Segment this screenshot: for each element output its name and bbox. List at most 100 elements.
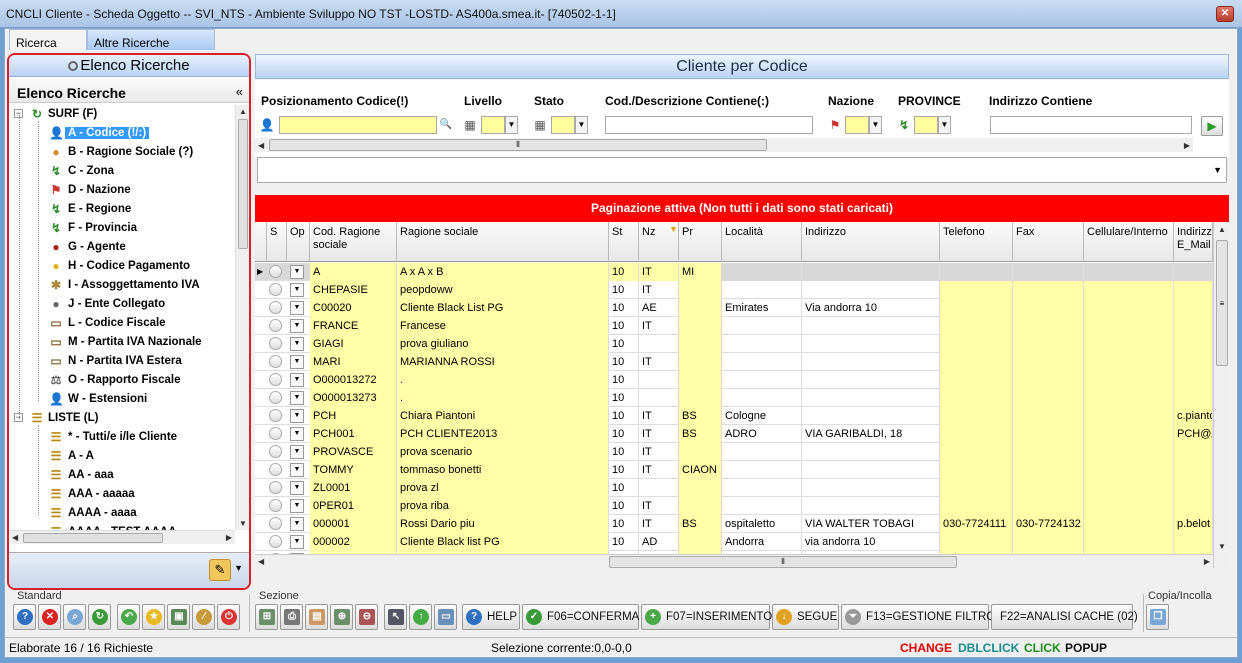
row-select-radio[interactable] xyxy=(269,319,282,332)
column-header[interactable]: S xyxy=(267,222,287,262)
filter-combo[interactable]: ▼ xyxy=(257,157,1227,183)
tree-item[interactable]: ▭ N - Partita IVA Estera xyxy=(9,352,235,371)
scroll-right-icon[interactable]: ▶ xyxy=(1184,141,1190,150)
scroll-thumb[interactable]: ⦀ xyxy=(609,556,957,568)
sezione-button-6[interactable]: ↖ xyxy=(384,604,407,630)
row-select-radio[interactable] xyxy=(269,499,282,512)
cancel-button[interactable]: ✕ xyxy=(38,604,61,630)
row-op-dropdown[interactable]: ▼ xyxy=(290,445,304,459)
tab-ricerca[interactable]: Ricerca xyxy=(9,29,87,50)
tree-item[interactable]: ● G - Agente xyxy=(9,238,235,257)
tree-item[interactable]: ↯ F - Provincia xyxy=(9,219,235,238)
tree-item[interactable]: ☰ AAA - aaaaa xyxy=(9,485,235,504)
collapse-chevron-icon[interactable]: « xyxy=(236,84,243,99)
row-op-dropdown[interactable]: ▼ xyxy=(290,337,304,351)
row-op-dropdown[interactable]: ▼ xyxy=(290,517,304,531)
sezione-button-8[interactable]: ▭ xyxy=(434,604,457,630)
stato-input[interactable] xyxy=(551,116,575,134)
table-row[interactable]: ▼ 000001 Rossi Dario piu 10 IT BS ospitaletto V… xyxy=(255,515,1213,533)
scroll-up-icon[interactable]: ▲ xyxy=(1218,225,1226,234)
column-header[interactable]: Op xyxy=(287,222,310,262)
tree-item[interactable]: ● B - Ragione Sociale (?) xyxy=(9,143,235,162)
row-select-radio[interactable] xyxy=(269,283,282,296)
table-row[interactable]: ▼ O000013272. 10 xyxy=(255,371,1213,389)
row-op-dropdown[interactable]: ▼ xyxy=(290,265,304,279)
find-button[interactable]: ⌕ xyxy=(63,604,86,630)
column-header[interactable]: Località xyxy=(722,222,802,262)
table-row[interactable]: ▶ ▼ A A x A x B 10 IT MI xyxy=(255,263,1213,281)
indirizzo-input[interactable] xyxy=(990,116,1192,134)
tree-group-0[interactable]: − ↻ SURF (F) xyxy=(9,105,235,124)
tree-item[interactable]: ⚑ D - Nazione xyxy=(9,181,235,200)
f13-filter-button[interactable]: ⏷ F13=GESTIONE FILTRO xyxy=(841,604,995,630)
favorite-button[interactable]: ★ xyxy=(142,604,165,630)
scroll-right-icon[interactable]: ▶ xyxy=(226,533,232,542)
table-row[interactable]: ▼ 000002 Cliente Black list PG 10 AD Andorra v… xyxy=(255,533,1213,551)
f22-cache-button[interactable]: F22=ANALISI CACHE (02) xyxy=(991,604,1138,630)
row-select-radio[interactable] xyxy=(269,355,282,368)
nazione-dropdown[interactable]: ▼ xyxy=(869,116,882,134)
stato-dropdown[interactable]: ▼ xyxy=(575,116,588,134)
table-row[interactable]: ▼ 0PER01 prova riba 10 IT xyxy=(255,497,1213,515)
tree-horizontal-scrollbar[interactable]: ◀ ▶ xyxy=(9,530,235,544)
tree-item[interactable]: ☰ AAAA - TEST AAAA xyxy=(9,523,235,530)
livello-input[interactable] xyxy=(481,116,505,134)
tree-item[interactable]: ↯ E - Regione xyxy=(9,200,235,219)
tree-item[interactable]: ☰ AA - aaa xyxy=(9,466,235,485)
help-small-button[interactable]: ? xyxy=(13,604,36,630)
tree-item[interactable]: ● H - Codice Pagamento xyxy=(9,257,235,276)
descrizione-input[interactable] xyxy=(605,116,813,134)
row-select-radio[interactable] xyxy=(269,517,282,530)
tree-item[interactable]: ✱ I - Assoggettamento IVA xyxy=(9,276,235,295)
row-op-dropdown[interactable]: ▼ xyxy=(290,409,304,423)
pos-codice-input[interactable] xyxy=(279,116,437,134)
tree-vertical-scrollbar[interactable]: ▲ ▼ xyxy=(235,105,249,530)
scroll-thumb[interactable]: ⦀ xyxy=(269,139,767,151)
scroll-right-icon[interactable]: ▶ xyxy=(1204,557,1210,566)
row-op-dropdown[interactable]: ▼ xyxy=(290,301,304,315)
sezione-button-4[interactable]: ⊕ xyxy=(330,604,353,630)
row-op-dropdown[interactable]: ▼ xyxy=(290,283,304,297)
grid-horizontal-scrollbar[interactable]: ◀ ⦀ ▶ xyxy=(255,554,1213,568)
scroll-down-icon[interactable]: ▼ xyxy=(1218,542,1226,551)
column-header[interactable]: Indirizzo xyxy=(802,222,940,262)
tree-item[interactable]: ▭ L - Codice Fiscale xyxy=(9,314,235,333)
tree-item[interactable]: ↯ C - Zona xyxy=(9,162,235,181)
segue-button[interactable]: ↓ SEGUE xyxy=(772,604,839,630)
row-op-dropdown[interactable]: ▼ xyxy=(290,427,304,441)
row-op-dropdown[interactable]: ▼ xyxy=(290,373,304,387)
row-select-radio[interactable] xyxy=(269,337,282,350)
back-button[interactable]: ↶ xyxy=(117,604,140,630)
row-op-dropdown[interactable]: ▼ xyxy=(290,499,304,513)
tab-altre-ricerche[interactable]: Altre Ricerche xyxy=(87,29,215,50)
tree-item[interactable]: 👤 A - Codice (!/:) xyxy=(9,124,235,143)
row-select-radio[interactable] xyxy=(269,445,282,458)
scroll-thumb[interactable] xyxy=(23,533,163,543)
scroll-down-icon[interactable]: ▼ xyxy=(239,519,247,528)
f06-confirm-button[interactable]: ✓ F06=CONFERMA xyxy=(522,604,639,630)
grid-vertical-scrollbar[interactable]: ▲ ≡ ▼ xyxy=(1213,222,1229,568)
wand-button[interactable]: ⁄ xyxy=(192,604,215,630)
table-row[interactable]: ▼ TOMMY tommaso bonetti 10 IT CIAON xyxy=(255,461,1213,479)
tree-item[interactable]: ☰ AAAA - aaaa xyxy=(9,504,235,523)
table-row[interactable]: ▼ C00020 Cliente Black List PG 10 AE Emirates… xyxy=(255,299,1213,317)
table-row[interactable]: ▼ O000013273. 10 xyxy=(255,389,1213,407)
table-row[interactable]: ▼ PCH Chiara Piantoni 10 IT BS Cologne c.pianto xyxy=(255,407,1213,425)
column-header[interactable] xyxy=(255,222,267,262)
tree-item[interactable]: ☰ A - A xyxy=(9,447,235,466)
column-header[interactable]: Telefono xyxy=(940,222,1013,262)
column-header[interactable]: Cellulare/Interno xyxy=(1084,222,1174,262)
row-op-dropdown[interactable]: ▼ xyxy=(290,355,304,369)
row-select-radio[interactable] xyxy=(269,427,282,440)
window-button[interactable]: ▣ xyxy=(167,604,190,630)
table-row[interactable]: ▼ MARI MARIANNA ROSSI 10 IT xyxy=(255,353,1213,371)
play-icon[interactable]: ▶ xyxy=(1201,116,1223,136)
row-select-radio[interactable] xyxy=(269,301,282,314)
column-header[interactable]: Pr xyxy=(679,222,722,262)
row-op-dropdown[interactable]: ▼ xyxy=(290,535,304,549)
dropdown-arrow-icon[interactable]: ▼ xyxy=(1213,165,1222,175)
sezione-button-7[interactable]: ↑ xyxy=(409,604,432,630)
scroll-up-icon[interactable]: ▲ xyxy=(239,107,247,116)
sezione-button-2[interactable]: ⎙ xyxy=(280,604,303,630)
row-op-dropdown[interactable]: ▼ xyxy=(290,319,304,333)
